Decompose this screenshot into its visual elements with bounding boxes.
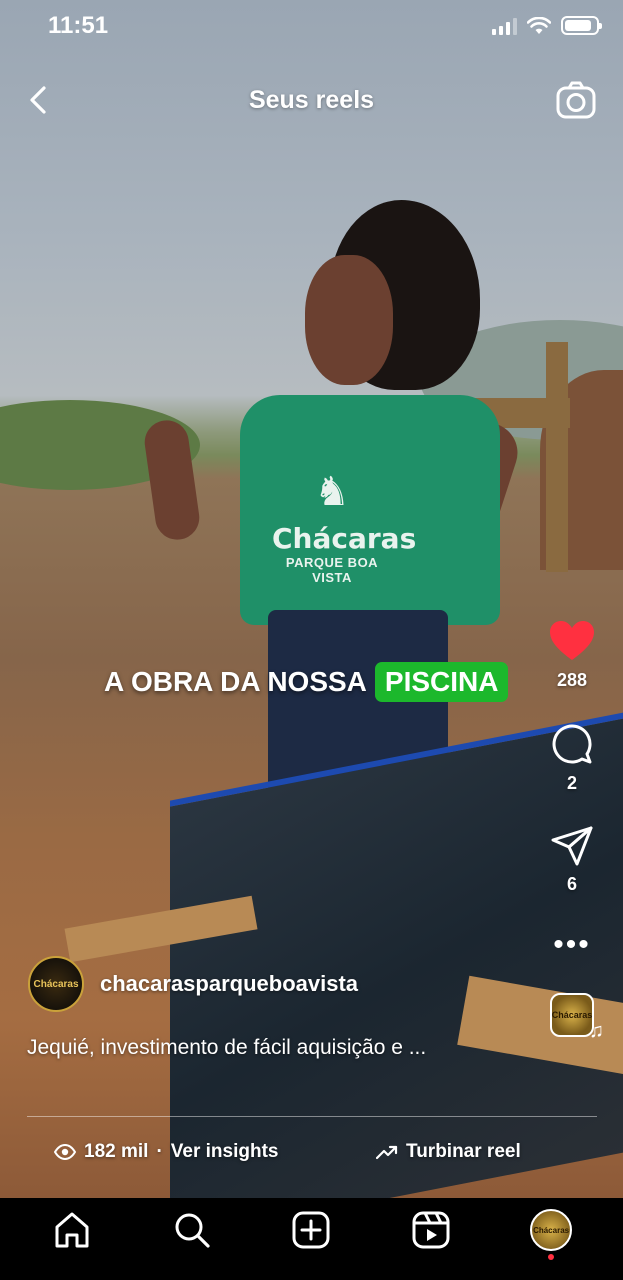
status-bar: 11:51 [0, 0, 623, 54]
boost-reel-button[interactable]: Turbinar reel [376, 1141, 521, 1163]
status-time: 11:51 [48, 12, 109, 39]
share-icon[interactable] [551, 826, 593, 866]
battery-level [565, 20, 591, 31]
eye-icon [54, 1144, 76, 1160]
stats-separator: · [156, 1141, 163, 1162]
author-username[interactable]: chacarasparqueboavista [100, 971, 358, 997]
camera-icon[interactable] [555, 80, 597, 122]
bottom-nav: Chácaras [0, 1198, 623, 1280]
author-avatar-label: Chácaras [33, 978, 79, 990]
boost-label[interactable]: Turbinar reel [406, 1141, 521, 1163]
shirt-brand: Chácaras [272, 522, 417, 555]
status-icons [492, 16, 602, 35]
back-chevron-icon[interactable] [22, 82, 58, 118]
horse-crest-icon: ♞ [314, 470, 350, 514]
nav-profile[interactable]: Chácaras [521, 1200, 581, 1260]
reel-description[interactable]: Jequié, investimento de fácil aquisição … [27, 1036, 426, 1060]
insights-row[interactable]: 182 mil · Ver insights [54, 1141, 278, 1163]
music-note-icon: ♫ [589, 1020, 604, 1042]
like-count: 288 [556, 670, 588, 690]
notification-dot [548, 1254, 555, 1260]
share-count: 6 [566, 874, 577, 894]
profile-avatar-label: Chácaras [533, 1225, 570, 1235]
more-options-icon[interactable]: ••• [553, 930, 591, 960]
cellular-signal-icon [492, 17, 517, 35]
comment-count: 2 [566, 773, 577, 793]
comment-icon[interactable] [551, 723, 593, 765]
action-rail: 288 2 6 ••• Chácaras ♫ [543, 620, 604, 1042]
view-insights-link[interactable]: Ver insights [171, 1141, 279, 1163]
share-button[interactable]: 6 [551, 826, 593, 895]
person-face [305, 255, 393, 385]
nav-search[interactable] [162, 1200, 222, 1260]
profile-avatar[interactable]: Chácaras [530, 1209, 573, 1251]
nav-create[interactable] [281, 1200, 341, 1260]
author-avatar[interactable]: Chácaras [28, 956, 84, 1012]
wifi-icon [527, 16, 551, 34]
wooden-post [546, 342, 568, 572]
home-icon[interactable] [52, 1210, 92, 1250]
audio-thumb-label: Chácaras [551, 1010, 593, 1020]
shirt-logo: ♞ Chácaras PARQUE BOA VISTA [272, 462, 417, 585]
reel-video[interactable]: ♞ Chácaras PARQUE BOA VISTA [0, 0, 623, 1198]
caption-highlight: PISCINA [374, 662, 509, 702]
shirt-sub: PARQUE BOA VISTA [285, 555, 379, 585]
author-row[interactable]: Chácaras chacarasparqueboavista [28, 956, 358, 1012]
battery-icon [561, 16, 602, 35]
comment-button[interactable]: 2 [551, 723, 593, 794]
nav-reels[interactable] [401, 1200, 461, 1260]
caption-text: A OBRA DA NOSSA [104, 666, 367, 697]
divider [27, 1116, 597, 1117]
audio-track-thumbnail[interactable]: Chácaras ♫ [550, 993, 604, 1042]
view-count: 182 mil [84, 1141, 149, 1162]
search-icon[interactable] [172, 1210, 212, 1250]
video-caption: A OBRA DA NOSSA PISCINA [104, 662, 509, 702]
nav-home[interactable] [42, 1200, 102, 1260]
reels-icon[interactable] [411, 1210, 451, 1250]
trending-up-icon [376, 1145, 398, 1160]
like-button[interactable]: 288 [549, 620, 595, 691]
create-icon[interactable] [291, 1210, 331, 1250]
heart-icon[interactable] [549, 620, 595, 662]
